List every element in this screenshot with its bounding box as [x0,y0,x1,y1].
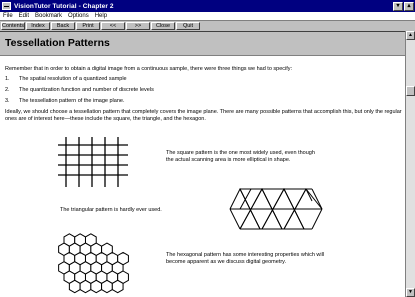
menu-edit[interactable]: Edit [19,13,29,19]
list-item: 2. The quantization function and number o… [5,87,403,94]
intro-text: Remember that in order to obtain a digit… [5,66,293,72]
next-page-button[interactable]: >> [126,22,150,30]
scroll-thumb[interactable] [406,86,415,96]
back-button[interactable]: Back [51,22,75,30]
list-item: 3. The tessellation pattern of the image … [5,98,403,105]
heading-band: Tessellation Patterns [0,32,405,56]
square-pattern-diagram [58,137,128,187]
hexagon-cell [68,279,81,294]
hexagon-cell [79,279,92,294]
list-item-number: 1. [5,76,10,82]
list-item: 1. The spatial resolution of a quantized … [5,76,403,83]
print-button[interactable]: Print [76,22,100,30]
vertical-scrollbar[interactable]: ▲ ▼ [405,31,415,297]
list-item-text: The spatial resolution of a quantized sa… [19,76,127,82]
square-caption: The square pattern is the one most widel… [166,150,315,163]
explanation-paragraph: Ideally, we should choose a tessellation… [5,109,402,122]
title-bar: VisionTutor Tutorial - Chapter 2 ▾ ▴ [0,0,415,12]
hexagon-pattern-diagram [58,233,129,294]
system-menu-icon[interactable] [2,2,11,10]
toolbar: Contents Index Back Print << >> Close Qu… [0,21,415,31]
page-title: Tessellation Patterns [5,37,110,49]
minimize-icon[interactable]: ▾ [393,1,403,11]
maximize-icon[interactable]: ▴ [404,1,414,11]
index-button[interactable]: Index [26,22,50,30]
triangle-caption: The triangular pattern is hardly ever us… [60,207,162,213]
window-title: VisionTutor Tutorial - Chapter 2 [14,2,114,10]
hexagon-cell [111,279,124,294]
scroll-up-arrow-icon[interactable]: ▲ [406,31,415,40]
previous-page-button[interactable]: << [101,22,125,30]
list-item-text: The tessellation pattern of the image pl… [19,98,125,104]
topic-content: Tessellation Patterns Remember that in o… [0,31,405,297]
quit-button[interactable]: Quit [176,22,200,30]
menu-bar: File Edit Bookmark Options Help [0,12,415,21]
hexagon-cell [90,279,103,294]
contents-button[interactable]: Contents [1,22,25,30]
scroll-down-arrow-icon[interactable]: ▼ [406,288,415,297]
menu-bookmark[interactable]: Bookmark [35,13,62,19]
hexagon-caption: The hexagonal pattern has some interesti… [166,252,325,265]
close-button[interactable]: Close [151,22,175,30]
list-item-text: The quantization function and number of … [19,87,154,93]
menu-file[interactable]: File [3,13,13,19]
menu-help[interactable]: Help [95,13,107,19]
list-item-number: 3. [5,98,10,104]
triangle-pattern-diagram [229,187,323,230]
menu-options[interactable]: Options [68,13,89,19]
list-item-number: 2. [5,87,10,93]
hexagon-cell [101,279,113,294]
